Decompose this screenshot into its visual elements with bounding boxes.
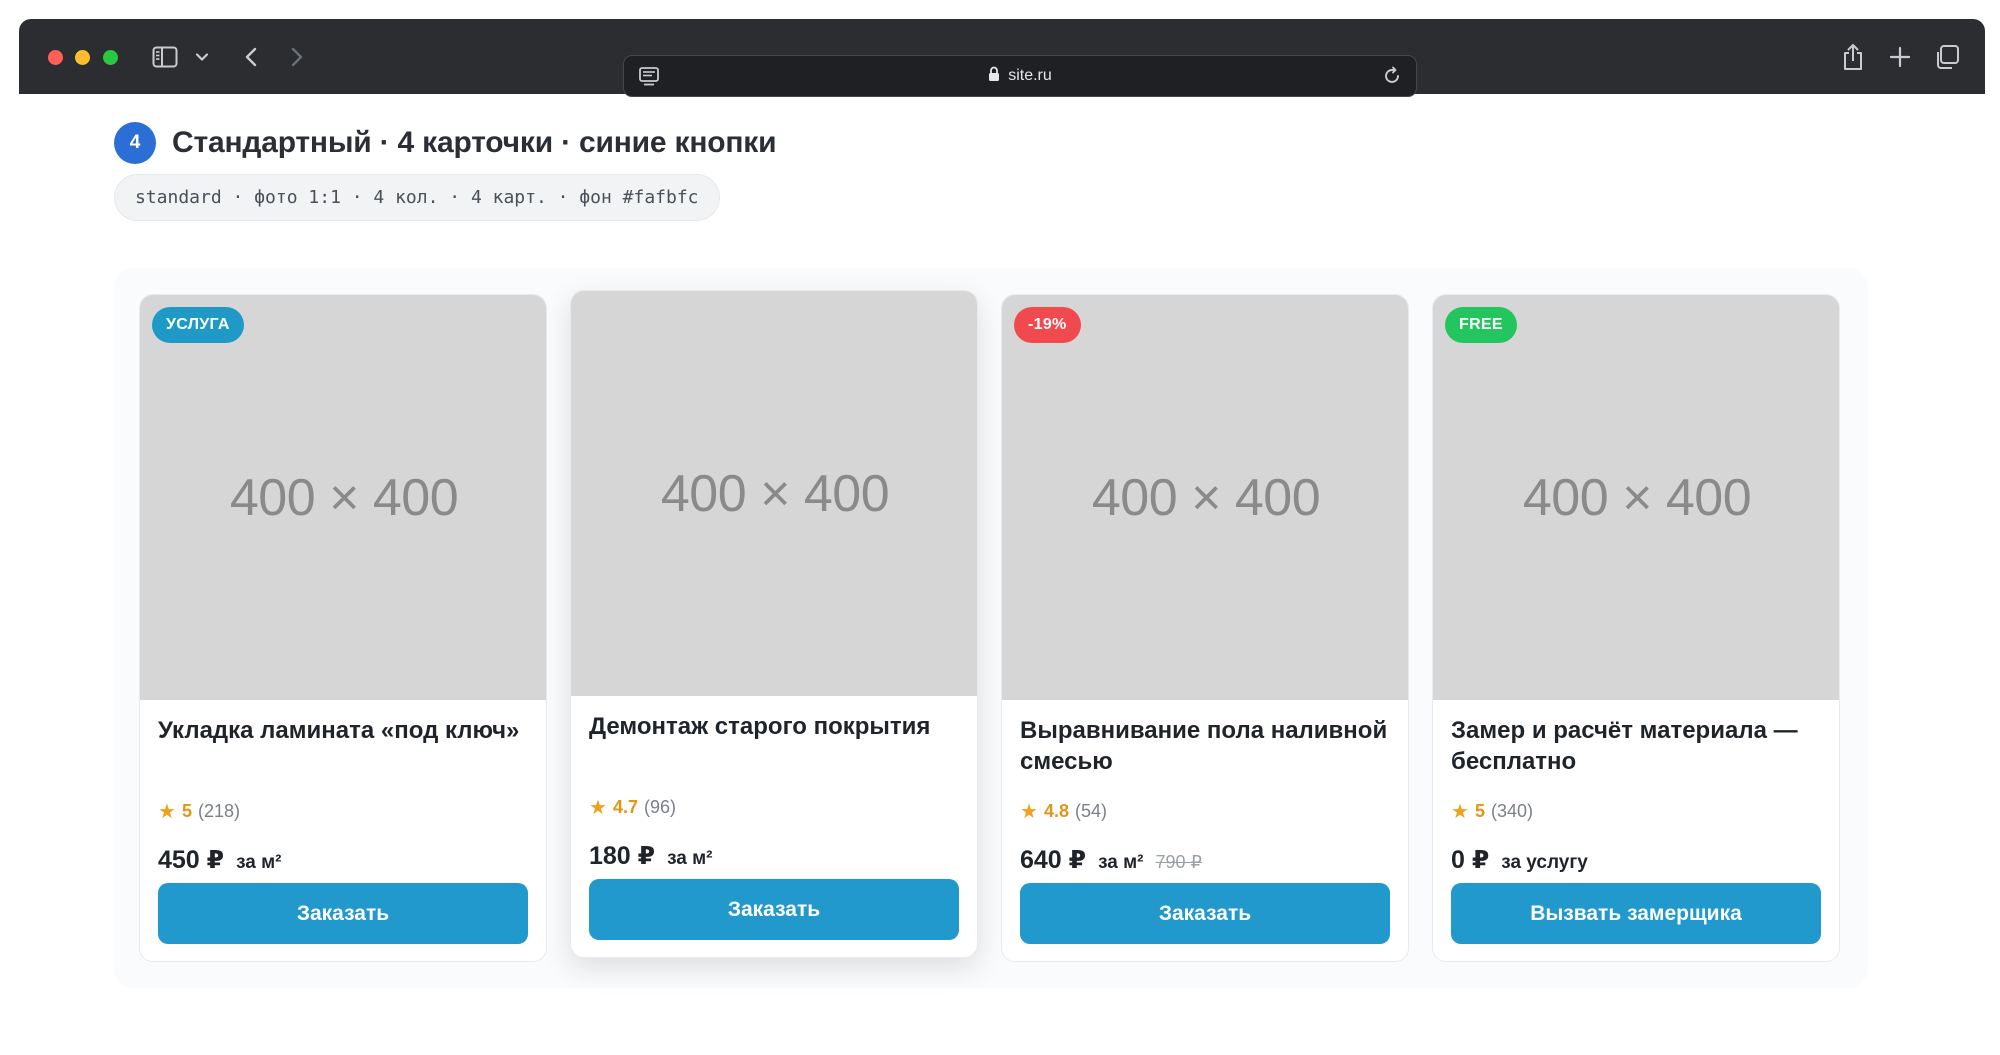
call-measurer-button[interactable]: Вызвать замерщика xyxy=(1451,883,1821,944)
url-text: site.ru xyxy=(1008,67,1052,84)
order-button[interactable]: Заказать xyxy=(158,883,528,944)
product-rating: ★ 5 (340) xyxy=(1451,799,1533,824)
rating-score: 5 xyxy=(181,801,192,821)
browser-toolbar: site.ru xyxy=(19,19,1985,97)
price-amount: 640 ₽ xyxy=(1020,846,1087,874)
free-badge: FREE xyxy=(1445,307,1517,343)
sidebar-toggle-icon[interactable] xyxy=(151,41,179,73)
service-badge: УСЛУГА xyxy=(152,307,244,343)
product-photo-placeholder: 400 × 400 xyxy=(1433,295,1839,700)
product-price: 450 ₽ за м² xyxy=(158,845,281,875)
review-count: (218) xyxy=(197,801,240,821)
product-card: 400 × 400 -19% Выравнивание пола наливно… xyxy=(1001,294,1409,962)
star-icon: ★ xyxy=(1451,801,1469,823)
reload-icon[interactable] xyxy=(1382,66,1402,91)
product-card: 400 × 400 Демонтаж старого покрытия ★ 4.… xyxy=(570,290,978,958)
product-rating: ★ 4.7 (96) xyxy=(589,795,676,820)
back-arrow-icon[interactable] xyxy=(239,41,263,73)
product-title: Демонтаж старого покрытия xyxy=(589,713,931,740)
section-header: 4 Стандартный · 4 карточки · синие кнопк… xyxy=(114,122,777,164)
product-rating: ★ 4.8 (54) xyxy=(1020,799,1107,824)
cards-area: 400 × 400 УСЛУГА Укладка ламината «под к… xyxy=(114,268,1868,988)
order-button[interactable]: Заказать xyxy=(589,879,959,940)
minimize-window-button[interactable] xyxy=(75,50,90,65)
chevron-down-icon[interactable] xyxy=(194,41,210,73)
address-bar[interactable]: site.ru xyxy=(623,55,1417,97)
new-tab-icon[interactable] xyxy=(1885,41,1915,73)
review-count: (340) xyxy=(1490,801,1533,821)
step-number-badge: 4 xyxy=(114,122,156,164)
old-price: 790 ₽ xyxy=(1155,852,1202,872)
section-title: Стандартный · 4 карточки · синие кнопки xyxy=(172,126,777,159)
price-amount: 0 ₽ xyxy=(1451,846,1490,874)
forward-arrow-icon[interactable] xyxy=(285,41,309,73)
product-photo-placeholder: 400 × 400 xyxy=(140,295,546,700)
star-icon: ★ xyxy=(1020,801,1038,823)
product-rating: ★ 5 (218) xyxy=(158,799,240,824)
lock-icon xyxy=(988,66,1000,87)
product-photo-placeholder: 400 × 400 xyxy=(571,291,977,696)
product-title: Замер и расчёт материала — бесплатно xyxy=(1451,717,1798,775)
product-title: Выравнивание пола наливной смесью xyxy=(1020,717,1388,775)
rating-score: 4.7 xyxy=(612,797,638,817)
product-card: 400 × 400 FREE Замер и расчёт материала … xyxy=(1432,294,1840,962)
tab-overview-icon[interactable] xyxy=(1932,41,1962,73)
price-amount: 180 ₽ xyxy=(589,842,656,870)
product-photo-placeholder: 400 × 400 xyxy=(1002,295,1408,700)
product-price: 0 ₽ за услугу xyxy=(1451,845,1588,875)
product-title: Укладка ламината «под ключ» xyxy=(158,717,520,744)
product-card: 400 × 400 УСЛУГА Укладка ламината «под к… xyxy=(139,294,547,962)
star-icon: ★ xyxy=(589,797,607,819)
product-price: 180 ₽ за м² xyxy=(589,841,712,871)
review-count: (96) xyxy=(643,797,676,817)
price-unit: за услугу xyxy=(1501,852,1588,873)
zoom-window-button[interactable] xyxy=(103,50,118,65)
close-window-button[interactable] xyxy=(48,50,63,65)
share-icon[interactable] xyxy=(1838,41,1868,73)
spec-pill: standard · фото 1:1 · 4 кол. · 4 карт. ·… xyxy=(114,174,720,221)
discount-badge: -19% xyxy=(1014,307,1081,343)
order-button[interactable]: Заказать xyxy=(1020,883,1390,944)
star-icon: ★ xyxy=(158,801,176,823)
url-display[interactable]: site.ru xyxy=(624,56,1416,96)
price-unit: за м² xyxy=(667,848,713,869)
price-unit: за м² xyxy=(1098,852,1144,873)
rating-score: 4.8 xyxy=(1043,801,1069,821)
product-price: 640 ₽ за м² 790 ₽ xyxy=(1020,845,1202,875)
review-count: (54) xyxy=(1074,801,1107,821)
price-unit: за м² xyxy=(236,852,282,873)
price-amount: 450 ₽ xyxy=(158,846,225,874)
rating-score: 5 xyxy=(1474,801,1485,821)
